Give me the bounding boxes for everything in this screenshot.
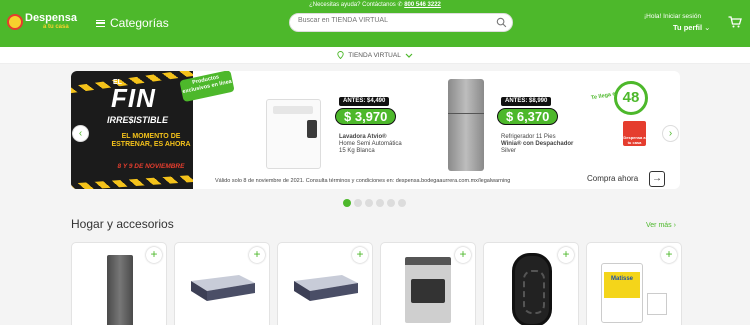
color-swatch xyxy=(647,293,667,315)
washer-description: Lavadora Atvio® Home Semi Automática 15 … xyxy=(339,134,402,155)
product-image-paint-bucket: Matisse xyxy=(601,263,643,323)
phone-link[interactable]: 800 546 3222 xyxy=(404,2,441,8)
washer-name: Lavadora Atvio® xyxy=(339,134,387,140)
product-card[interactable]: + xyxy=(277,242,373,325)
legal-text: Válido solo 8 de noviembre de 2021. Cons… xyxy=(215,178,511,184)
hazard-stripe xyxy=(71,173,193,189)
profile-label: Tu perfil xyxy=(673,23,703,32)
categories-label: Categorías xyxy=(110,16,169,30)
help-text: ¿Necesitas ayuda? Contáctanos xyxy=(309,2,396,8)
arrow-right-icon[interactable]: → xyxy=(649,171,665,187)
product-card[interactable]: + xyxy=(174,242,270,325)
paint-brand-label: Matisse xyxy=(604,272,640,298)
fridge-desc-line2: Silver xyxy=(501,148,517,154)
add-to-cart-button[interactable]: + xyxy=(146,247,162,263)
carousel-dot[interactable] xyxy=(343,199,351,207)
top-header: ¿Necesitas ayuda? Contáctanos ✆ 800 546 … xyxy=(0,0,750,47)
carousel-dot[interactable] xyxy=(376,199,384,207)
price-washer: $ 3,970 xyxy=(335,108,397,125)
washer-desc-line1: Home Semi Automática xyxy=(339,141,402,147)
login-greeting[interactable]: ¡Hola! Iniciar sesión xyxy=(644,13,701,20)
product-image-mattress xyxy=(191,275,255,301)
search-input[interactable] xyxy=(298,17,488,24)
promo-tagline: EL MOMENTO DE ESTRENAR, ES AHORA xyxy=(111,133,191,148)
carousel-dot[interactable] xyxy=(365,199,373,207)
product-card[interactable]: Matisse + xyxy=(586,242,682,325)
promo-irresistible-text: IRRE$ISTIBLE xyxy=(107,115,169,125)
logo-text-sub: a tu casa xyxy=(43,24,69,30)
profile-menu[interactable]: Tu perfil ⌄ xyxy=(673,23,710,32)
search-bar xyxy=(289,13,513,32)
product-image-mattress xyxy=(294,275,358,301)
logo[interactable]: Despensa a tu casa xyxy=(7,12,79,34)
old-price-fridge: ANTES: $8,990 xyxy=(501,97,552,106)
price-fridge: $ 6,370 xyxy=(497,108,559,125)
carousel-prev-button[interactable]: ‹ xyxy=(72,125,89,142)
carousel-dots xyxy=(343,199,406,207)
help-bar: ¿Necesitas ayuda? Contáctanos ✆ 800 546 … xyxy=(0,1,750,8)
washer-desc-line2: 15 Kg Blanca xyxy=(339,148,375,154)
section-title: Hogar y accesorios xyxy=(71,217,174,231)
product-image-tire xyxy=(512,253,552,325)
store-label: TIENDA VIRTUAL xyxy=(348,51,401,59)
add-to-cart-button[interactable]: + xyxy=(249,247,265,263)
logo-mark xyxy=(7,14,23,30)
promo-banner[interactable]: EL FIN IRRE$ISTIBLE EL MOMENTO DE ESTREN… xyxy=(71,71,680,189)
promo-fin-text: FIN xyxy=(111,83,156,113)
promo-artwork: EL FIN IRRE$ISTIBLE EL MOMENTO DE ESTREN… xyxy=(71,71,193,189)
cart-icon[interactable] xyxy=(728,16,742,28)
fridge-name: Refrigerador 11 Pies xyxy=(501,134,556,140)
washer-image xyxy=(266,99,321,169)
carousel-dot[interactable] xyxy=(398,199,406,207)
add-to-cart-button[interactable]: + xyxy=(455,247,471,263)
phone-icon: ✆ xyxy=(397,2,403,8)
hamburger-icon xyxy=(96,19,105,27)
shopping-bag-icon: Despensa a tu casa xyxy=(623,121,646,146)
fridge-image xyxy=(448,79,484,171)
product-card[interactable]: + xyxy=(380,242,476,325)
buy-now-link[interactable]: Compra ahora xyxy=(587,174,638,183)
see-more-link[interactable]: Ver más › xyxy=(646,222,676,229)
add-to-cart-button[interactable]: + xyxy=(661,247,677,263)
old-price-washer: ANTES: $4,490 xyxy=(339,97,390,106)
chevron-down-icon xyxy=(405,53,413,58)
product-card[interactable]: + xyxy=(483,242,579,325)
logo-text-main: Despensa xyxy=(25,12,77,24)
fridge-description: Refrigerador 11 Pies Winia® con Despacha… xyxy=(501,134,573,155)
delivery-48h-badge: 48 xyxy=(614,81,648,115)
location-pin-icon xyxy=(337,51,344,59)
search-icon[interactable] xyxy=(496,17,507,28)
carousel-next-button[interactable]: › xyxy=(662,125,679,142)
carousel-dot[interactable] xyxy=(354,199,362,207)
categories-menu-button[interactable]: Categorías xyxy=(96,16,169,30)
product-card[interactable]: + xyxy=(71,242,167,325)
product-image-refrigerator xyxy=(107,255,133,325)
store-selector[interactable]: TIENDA VIRTUAL xyxy=(0,47,750,64)
add-to-cart-button[interactable]: + xyxy=(352,247,368,263)
chevron-down-icon: ⌄ xyxy=(704,23,711,32)
add-to-cart-button[interactable]: + xyxy=(558,247,574,263)
product-image-stove xyxy=(405,257,451,323)
promo-dates: 8 Y 9 DE NOVIEMBRE xyxy=(117,163,185,170)
fridge-desc-line1: Winia® con Despachador xyxy=(501,141,574,147)
carousel-dot[interactable] xyxy=(387,199,395,207)
